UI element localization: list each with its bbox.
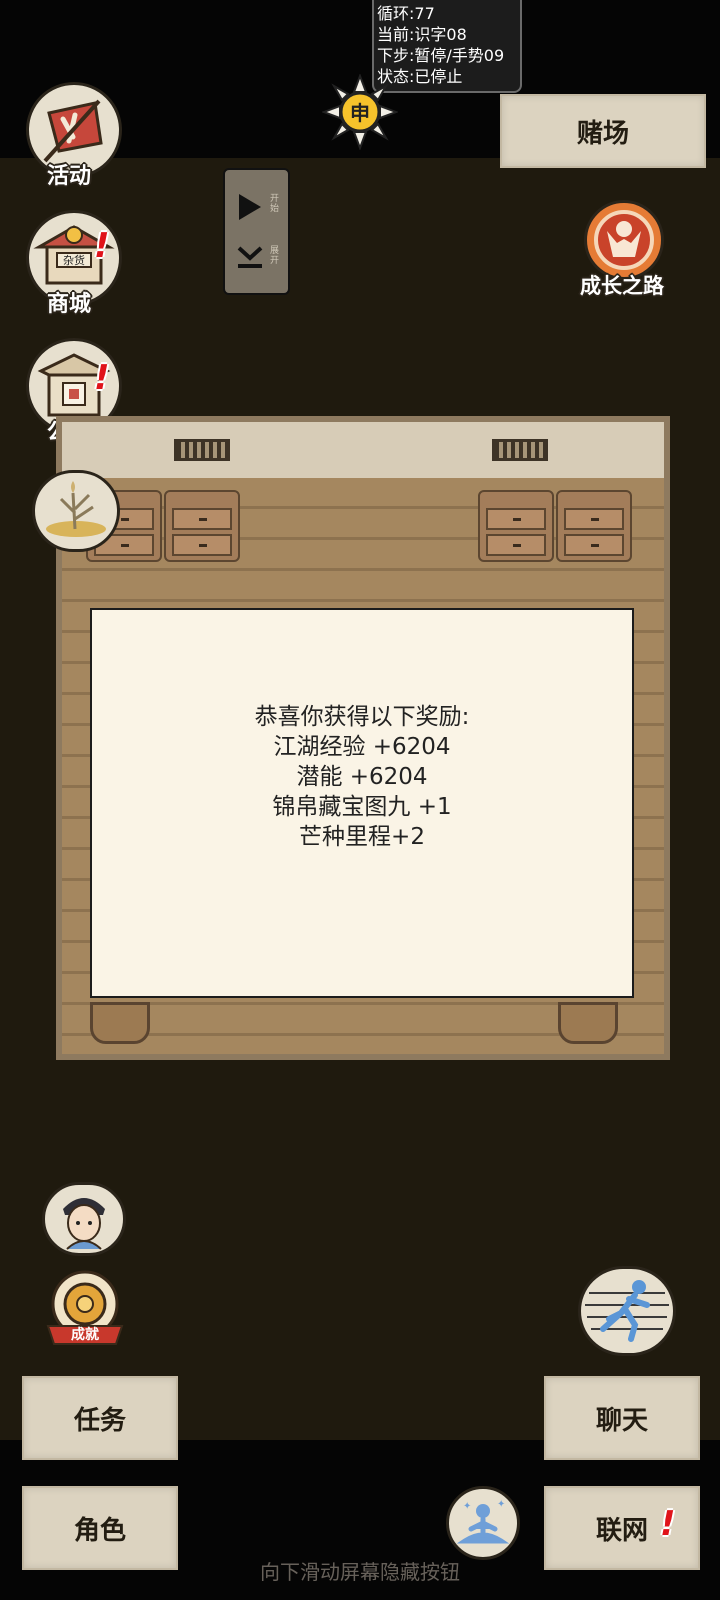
shop-alert-badge: ! (94, 226, 110, 266)
task-label: 任务 (73, 1405, 126, 1436)
start-caption: 开始 (270, 194, 280, 214)
time-glyph: 申 (350, 101, 370, 125)
barrel (558, 1002, 618, 1044)
achievement-button[interactable]: 成就 (42, 1266, 128, 1350)
wall-vent (174, 439, 230, 461)
script-control-panel: 开始 展开 (223, 168, 290, 295)
achievement-ribbon-text: 成就 (71, 1327, 99, 1343)
cabinet[interactable] (478, 490, 554, 562)
chat-button[interactable]: 聊天 (544, 1376, 700, 1460)
growth-path-label: 成长之路 (580, 274, 664, 298)
status-next: 下步:暂停/手势09 (377, 46, 505, 65)
reward-line: 锦帛藏宝图九 +1 (272, 794, 452, 820)
sprint-button[interactable] (578, 1266, 676, 1356)
reward-line: 江湖经验 +6204 (273, 734, 451, 760)
room-wall (62, 422, 664, 478)
play-icon[interactable] (237, 192, 263, 226)
hide-buttons-hint: 向下滑动屏幕隐藏按钮 (260, 1560, 460, 1584)
growth-path-button[interactable] (584, 200, 664, 280)
avatar[interactable] (42, 1182, 126, 1256)
expand-icon[interactable] (235, 242, 265, 276)
svg-text:✦: ✦ (463, 1501, 471, 1512)
chat-label: 聊天 (595, 1405, 648, 1436)
reward-content: 恭喜你获得以下奖励: 江湖经验 +6204 潜能 +6204 锦帛藏宝图九 +1… (92, 702, 632, 852)
wall-vent (492, 439, 548, 461)
meditation-icon: ✦ ✦ (456, 1499, 510, 1544)
shop-label: 商城 (47, 292, 92, 317)
activity-label: 活动 (47, 164, 92, 189)
expand-caption: 展开 (270, 246, 280, 266)
status-loop: 循环:77 (377, 4, 435, 23)
growth-icon (594, 210, 654, 270)
reward-dialog[interactable]: 恭喜你获得以下奖励: 江湖经验 +6204 潜能 +6204 锦帛藏宝图九 +1… (90, 608, 634, 998)
time-sun-icon[interactable]: 申 (321, 73, 399, 151)
task-button[interactable]: 任务 (22, 1376, 178, 1460)
notice-alert-badge: ! (94, 358, 110, 398)
svg-text:✦: ✦ (497, 1499, 505, 1510)
network-label: 联网 (595, 1515, 648, 1546)
status-current: 当前:识字08 (377, 25, 467, 44)
grain-icon (46, 481, 106, 537)
cabinet[interactable] (164, 490, 240, 562)
running-icon (585, 1280, 669, 1342)
character-avatar-icon (63, 1198, 105, 1250)
meditate-button[interactable]: ✦ ✦ (446, 1486, 520, 1560)
reward-line: 芒种里程+2 (299, 824, 425, 850)
casino-button[interactable]: 赌场 (500, 94, 706, 168)
shop-sign-text: 杂货 (63, 253, 85, 267)
cabinet[interactable] (556, 490, 632, 562)
casino-label: 赌场 (576, 118, 629, 149)
barrel (90, 1002, 150, 1044)
network-alert-badge: ! (660, 1504, 676, 1544)
status-state: 状态:已停止 (377, 67, 463, 86)
reward-title: 恭喜你获得以下奖励: (254, 704, 470, 730)
grain-button[interactable] (32, 470, 120, 552)
role-label: 角色 (73, 1515, 126, 1546)
reward-line: 潜能 +6204 (296, 764, 428, 790)
